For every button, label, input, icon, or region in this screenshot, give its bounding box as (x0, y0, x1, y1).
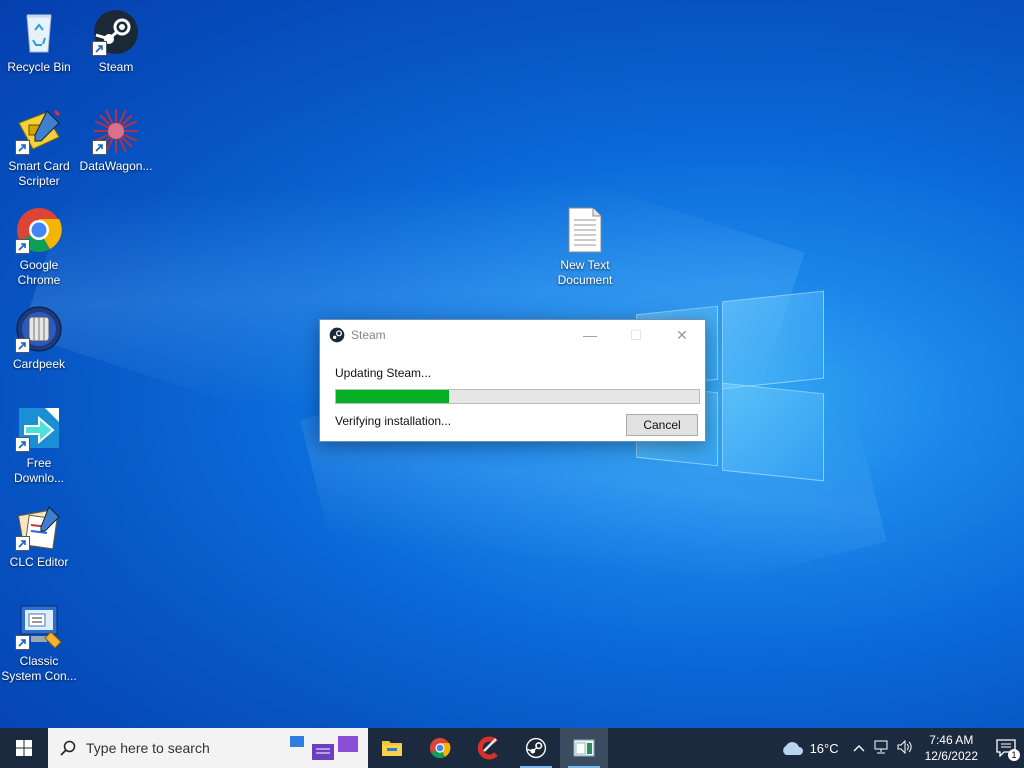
datawagon-icon (92, 107, 140, 155)
desktop-icon-label: Steam (98, 60, 134, 74)
shortcut-arrow-icon (15, 338, 30, 353)
close-button[interactable]: ✕ (659, 320, 705, 350)
text-document-icon (561, 206, 609, 254)
maximize-icon: ☐ (629, 326, 643, 343)
desktop-icon-google-chrome[interactable]: Google Chrome (0, 206, 78, 288)
shortcut-arrow-icon (15, 536, 30, 551)
notification-center-button[interactable]: 1 (988, 728, 1024, 768)
smart-card-scripter-icon (15, 107, 63, 155)
search-icon (60, 740, 76, 756)
shortcut-arrow-icon (15, 635, 30, 650)
minimize-button[interactable]: — (567, 320, 613, 350)
maximize-button[interactable]: ☐ (613, 320, 659, 350)
app-window-icon (573, 739, 595, 757)
steam-icon (525, 737, 547, 759)
tray-icons (853, 739, 913, 757)
volume-icon[interactable] (897, 739, 913, 757)
taskbar-active-app[interactable] (560, 728, 608, 768)
ccleaner-icon (477, 736, 498, 760)
desktop-icon-cardpeek[interactable]: Cardpeek (0, 305, 78, 372)
desktop-icon-label: New Text Document (557, 258, 613, 287)
desktop-icon-label: Classic System Con... (1, 654, 77, 683)
taskbar: Type here to search 16°C 7:46 AM 12/6/20… (0, 728, 1024, 768)
clock-date: 12/6/2022 (924, 749, 978, 763)
desktop-icon-free-download[interactable]: Free Downlo... (0, 404, 78, 486)
cardpeek-icon (15, 305, 63, 353)
desktop-icon-classic-system-control[interactable]: Classic System Con... (0, 602, 78, 684)
classic-system-control-icon (15, 602, 63, 650)
desktop-icon-steam[interactable]: Steam (77, 8, 155, 75)
desktop-icon-smart-card-scripter[interactable]: Smart Card Scripter (0, 107, 78, 189)
update-progress-bar (335, 389, 700, 404)
desktop-icon-label: Smart Card Scripter (8, 159, 70, 188)
shortcut-arrow-icon (15, 239, 30, 254)
desktop-icon-label: DataWagon... (79, 159, 153, 173)
desktop-icon-recycle-bin[interactable]: Recycle Bin (0, 8, 78, 75)
taskbar-ccleaner[interactable] (464, 728, 512, 768)
desktop-icon-label: Free Downlo... (13, 456, 65, 485)
clock-time: 7:46 AM (929, 733, 974, 747)
taskbar-clock[interactable]: 7:46 AM 12/6/2022 (925, 732, 978, 764)
recycle-bin-icon (15, 8, 63, 56)
verify-status-text: Verifying installation... (335, 414, 452, 428)
taskbar-file-explorer[interactable] (368, 728, 416, 768)
close-icon: ✕ (676, 326, 688, 343)
minimize-icon: — (583, 327, 597, 343)
steam-icon (92, 8, 140, 56)
desktop-icon-label: Google Chrome (17, 258, 61, 287)
taskbar-search-box[interactable]: Type here to search (48, 728, 368, 768)
desktop-icon-datawagon[interactable]: DataWagon... (77, 107, 155, 174)
clc-editor-icon (15, 503, 63, 551)
search-highlight-icon (290, 736, 358, 760)
file-explorer-icon (382, 741, 402, 756)
steam-icon (329, 327, 345, 343)
update-status-text: Updating Steam... (335, 366, 432, 380)
weather-widget[interactable]: 16°C (780, 740, 839, 756)
show-hidden-icons-chevron-up-icon[interactable] (853, 741, 865, 755)
windows-start-icon (16, 740, 32, 756)
chrome-icon (429, 737, 451, 759)
shortcut-arrow-icon (92, 41, 107, 56)
dialog-titlebar[interactable]: Steam — ☐ ✕ (320, 320, 705, 350)
cancel-button[interactable]: Cancel (626, 414, 698, 436)
desktop-icon-label: CLC Editor (9, 555, 69, 569)
progress-fill (336, 390, 449, 403)
desktop-icon-clc-editor[interactable]: CLC Editor (0, 503, 78, 570)
shortcut-arrow-icon (15, 140, 30, 155)
taskbar-steam[interactable] (512, 728, 560, 768)
desktop-icon-label: Cardpeek (12, 357, 66, 371)
steam-update-dialog: Steam — ☐ ✕ Updating Steam... Verifying … (319, 319, 706, 442)
taskbar-chrome[interactable] (416, 728, 464, 768)
system-tray: 16°C 7:46 AM 12/6/2022 1 (780, 728, 1024, 768)
cloud-icon (782, 742, 803, 755)
dialog-title: Steam (351, 328, 386, 342)
chrome-icon (15, 206, 63, 254)
desktop-icon-new-text-document[interactable]: New Text Document (546, 206, 624, 288)
start-button[interactable] (0, 728, 48, 768)
desktop-icon-label: Recycle Bin (7, 60, 71, 74)
shortcut-arrow-icon (15, 437, 30, 452)
network-icon[interactable] (873, 740, 889, 757)
search-placeholder: Type here to search (86, 740, 210, 756)
notification-count-badge: 1 (1008, 749, 1020, 761)
free-download-icon (15, 404, 63, 452)
weather-temperature: 16°C (809, 740, 839, 756)
shortcut-arrow-icon (92, 140, 107, 155)
